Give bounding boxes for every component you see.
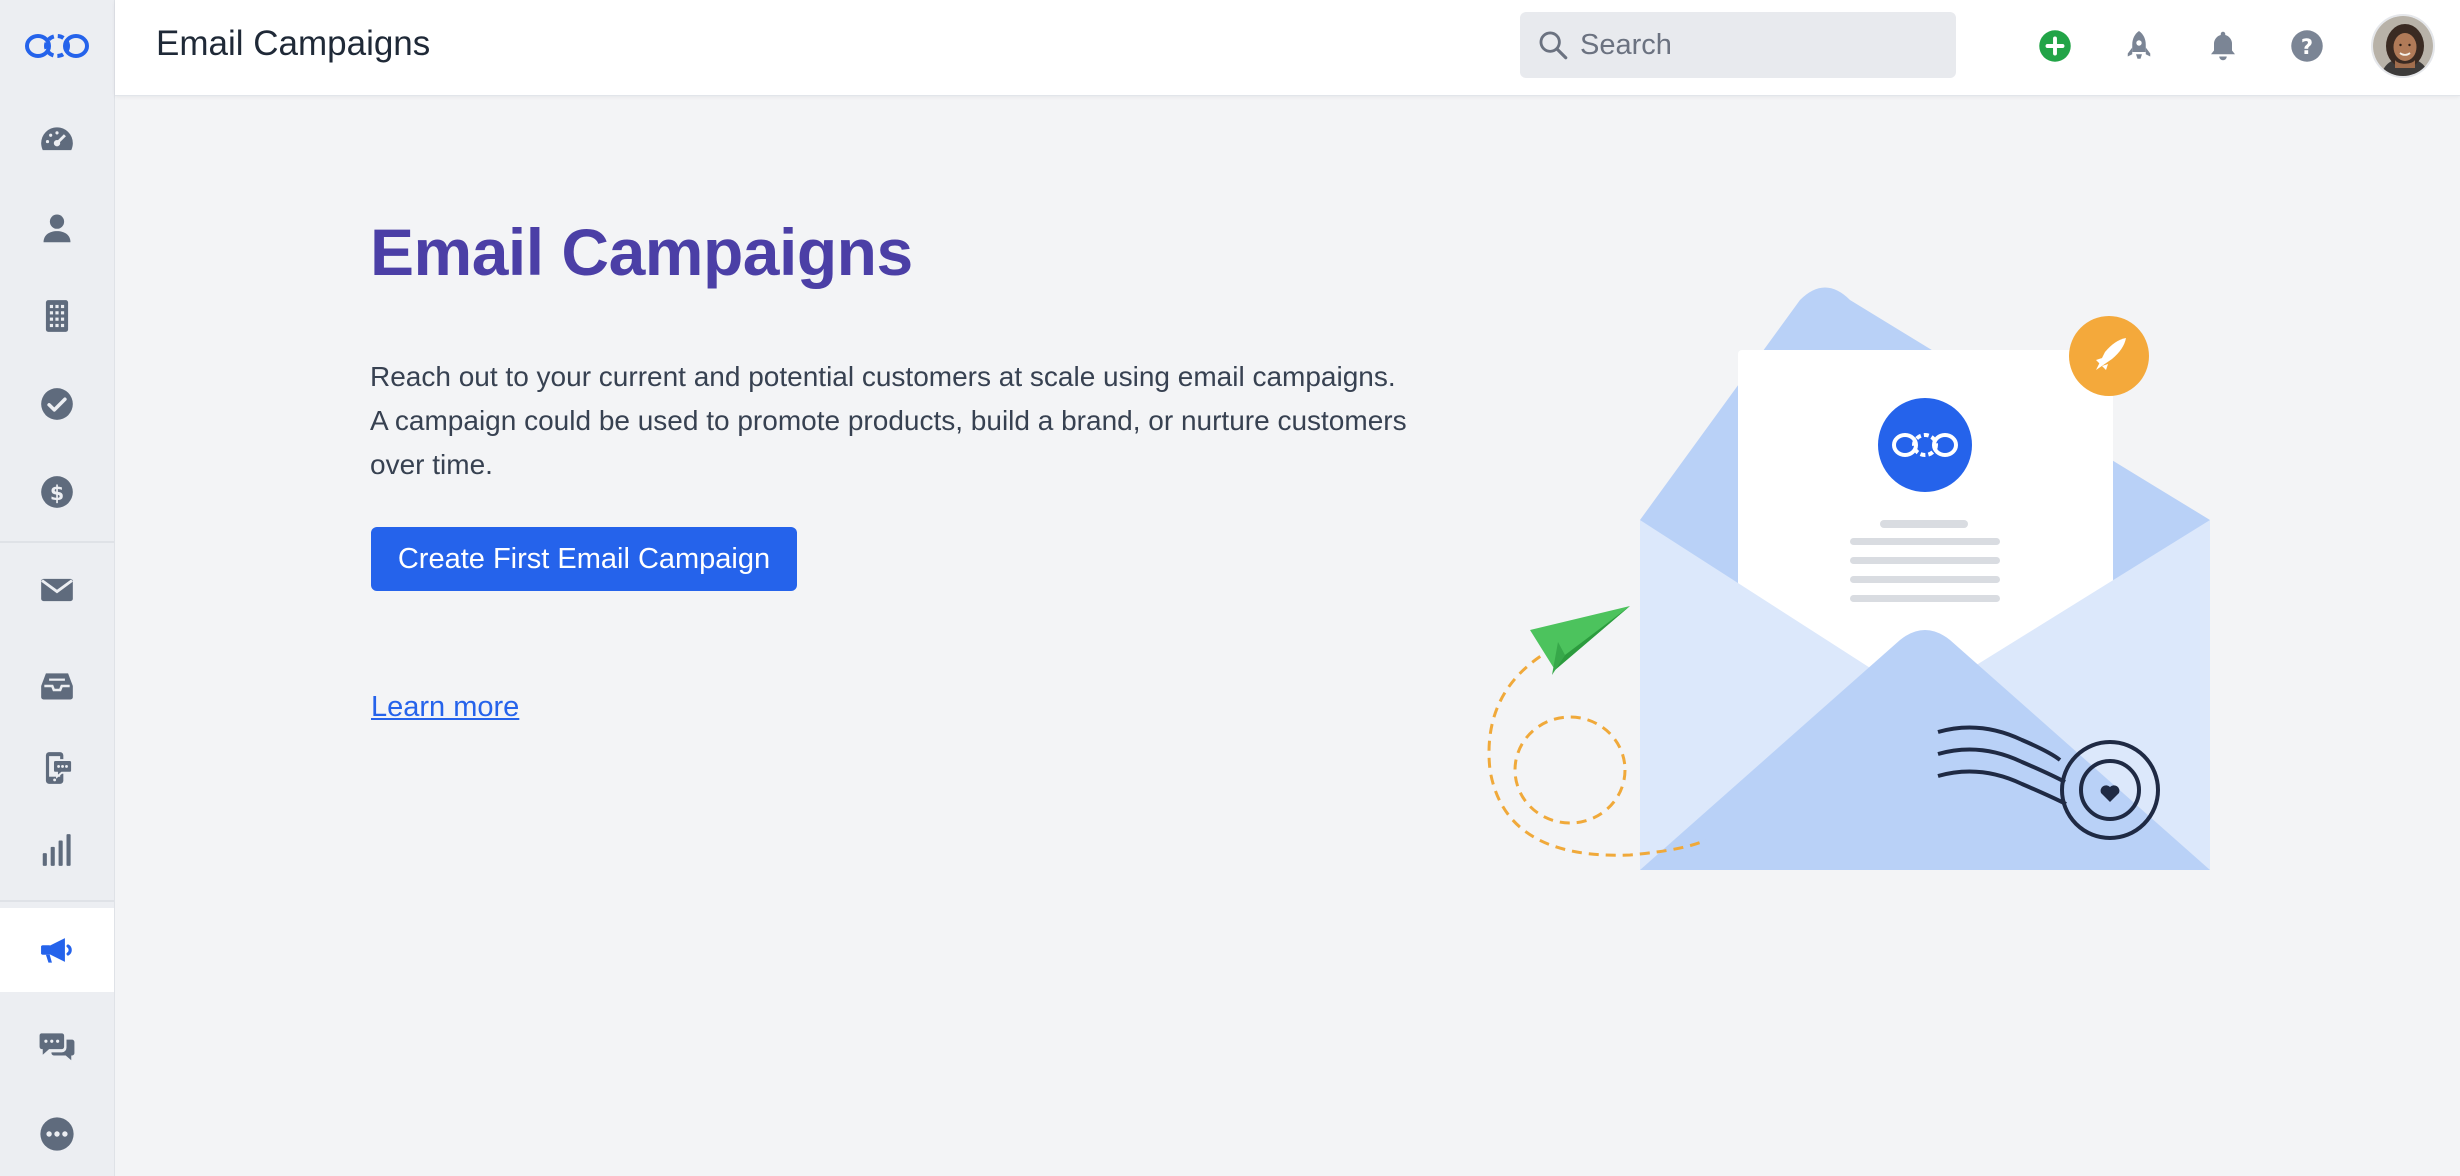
chain-link-logo-icon (25, 34, 89, 58)
app-logo[interactable] (0, 0, 114, 92)
search-box[interactable] (1520, 12, 1956, 78)
sidebar-divider (0, 900, 114, 902)
inbox-tray-icon (41, 673, 73, 700)
svg-text:?: ? (2301, 35, 2313, 59)
rocket-badge (2069, 316, 2149, 396)
top-bar: Email Campaigns ? (115, 0, 2460, 96)
sidebar-item-companies[interactable] (0, 276, 114, 356)
sidebar-item-deals[interactable]: $ (0, 452, 114, 532)
svg-text:$: $ (50, 481, 64, 505)
sidebar-divider (0, 541, 114, 543)
sidebar-item-email[interactable] (0, 550, 114, 630)
sidebar-item-more[interactable] (0, 1094, 114, 1174)
sidebar-item-conversations[interactable] (0, 1006, 114, 1086)
add-button[interactable] (2035, 26, 2075, 66)
search-icon (1539, 31, 1568, 60)
sidebar-item-contacts[interactable] (0, 188, 114, 268)
empty-state-heading: Email Campaigns (370, 215, 913, 289)
empty-state-description: Reach out to your current and potential … (370, 361, 1407, 480)
dollar-circle-icon: $ (41, 476, 73, 508)
bar-chart-icon (42, 834, 71, 866)
question-circle-icon: ? (2291, 30, 2323, 62)
create-first-email-campaign-button[interactable]: Create First Email Campaign (371, 527, 797, 591)
speedometer-icon (41, 127, 73, 151)
sidebar-item-phone[interactable] (0, 728, 114, 808)
sidebar-item-tasks[interactable] (0, 364, 114, 444)
help-button[interactable]: ? (2287, 26, 2327, 66)
email-campaign-illustration (1487, 287, 2210, 870)
chat-bubbles-icon (39, 1033, 75, 1061)
quick-start-button[interactable] (2119, 26, 2159, 66)
bell-icon (2211, 31, 2235, 61)
sidebar-item-campaigns[interactable] (0, 908, 114, 992)
sidebar-item-inbox[interactable] (0, 646, 114, 726)
rocket-icon (2127, 31, 2151, 59)
paper-plane (1530, 606, 1630, 675)
learn-more-link[interactable]: Learn more (371, 691, 519, 724)
avatar[interactable] (2371, 14, 2435, 78)
sidebar-item-dashboard[interactable] (0, 100, 114, 180)
page-title: Email Campaigns (156, 24, 431, 63)
notifications-button[interactable] (2203, 26, 2243, 66)
sidebar-item-reports[interactable] (0, 810, 114, 890)
person-icon (43, 214, 71, 243)
search-input[interactable] (1580, 28, 1940, 62)
megaphone-icon (41, 938, 72, 963)
check-circle-icon (41, 388, 73, 420)
ellipsis-circle-icon (40, 1117, 74, 1151)
building-icon (45, 300, 69, 332)
phone-chat-icon (45, 752, 73, 784)
user-photo-icon (2373, 16, 2433, 76)
envelope-icon (41, 578, 73, 602)
plus-circle-icon (2039, 30, 2071, 62)
sidebar: $ (0, 0, 115, 1176)
